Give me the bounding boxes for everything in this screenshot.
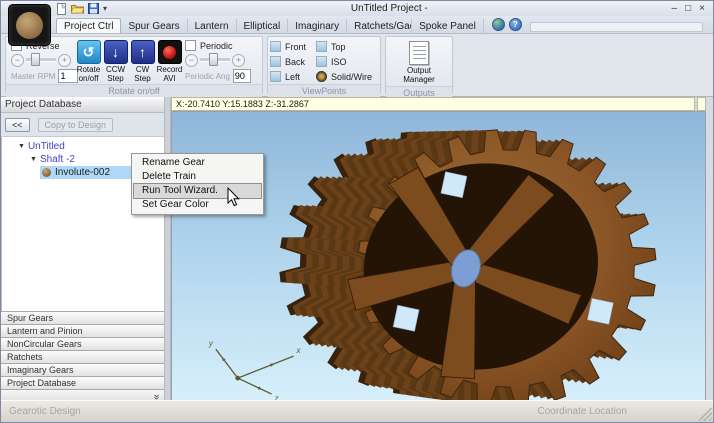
view-cube-icon [316,56,327,67]
ribbon: Reverse − + Master RPM ↺ Rotate on/off [1,34,713,97]
slider-minus-icon[interactable]: − [185,54,198,67]
web-globe-icon[interactable] [492,18,505,31]
slider-plus-icon[interactable]: + [232,54,245,67]
ribbon-tab-row: Project Ctrl Spur Gears Lantern Elliptic… [1,16,713,34]
title-bar: ▾ UnTitled Project - – □ × [1,1,713,16]
main-area: Project Database << Copy to Design ▼ UnT… [1,97,713,404]
accordion-imaginary[interactable]: Imaginary Gears [1,363,164,376]
status-right: Coordinate Location [537,406,627,417]
project-database-panel: Project Database << Copy to Design ▼ UnT… [1,97,164,404]
periodic-angle-label: Periodic Ang [185,72,230,81]
record-avi-button[interactable]: Record AVI [156,39,183,84]
tab-project-ctrl[interactable]: Project Ctrl [56,18,121,33]
rotate-arrow-icon: ↺ [77,40,101,64]
periodic-checkbox[interactable] [185,40,196,51]
app-menu-button[interactable] [8,4,51,46]
collapse-panel-button[interactable]: << [5,118,30,132]
group-outputs: Output Manager Outputs [385,36,453,94]
window-title: UnTitled Project - [107,3,672,14]
rotate-toggle-button[interactable]: ↺ Rotate on/off [75,39,102,84]
tree-expanded-icon[interactable]: ▼ [18,143,25,150]
tree-expanded-icon[interactable]: ▼ [30,156,37,163]
solid-wire-toggle[interactable]: Solid/Wire [316,71,378,82]
group-viewpoints: Front Top Back ISO Left Solid/Wire ViewP… [267,36,381,94]
close-button[interactable]: × [699,4,705,14]
panel-splitter[interactable] [164,97,171,404]
slider-plus-icon[interactable]: + [58,54,71,67]
view-cube-icon [316,41,327,52]
periodic-angle-slider[interactable]: − + [185,54,257,67]
tree-node-untitled[interactable]: ▼ UnTitled [2,140,164,153]
viewpoint-left[interactable]: Left [270,71,316,82]
view-cube-icon [270,71,281,82]
accordion-spur-gears[interactable]: Spur Gears [1,311,164,324]
slider-minus-icon[interactable]: − [11,54,24,67]
master-rpm-label: Master RPM [11,72,55,81]
overflow-chevron-icon[interactable]: » [151,394,161,400]
wooden-gear-logo-icon [16,12,43,39]
group-label-rotate: Rotate on/off [6,84,262,97]
help-icon[interactable]: ? [509,18,522,31]
menu-item-rename-gear[interactable]: Rename Gear [134,156,261,170]
status-left: Gearotic Design [9,406,81,417]
tab-spoke-panel[interactable]: Spoke Panel [412,19,484,33]
slider-thumb[interactable] [31,53,40,66]
group-label-viewpoints: ViewPoints [268,84,380,97]
output-manager-button[interactable]: Output Manager [389,39,449,86]
view-cube-icon [270,41,281,52]
svg-text:x: x [296,346,302,355]
viewport: X:-20.7410 Y:15.1883 Z:-31.2867 yxz [171,97,706,404]
periodic-angle-input[interactable] [233,69,251,83]
viewpoint-back[interactable]: Back [270,56,316,67]
down-arrow-icon: ↓ [104,40,128,64]
accordion-project-database[interactable]: Project Database [1,376,164,389]
app-window: ▾ UnTitled Project - – □ × Project Ctrl … [0,0,714,423]
slider-thumb[interactable] [209,53,218,66]
resize-grip[interactable] [699,408,712,421]
record-dot-icon [158,40,182,64]
coordinate-readout: X:-20.7410 Y:15.1883 Z:-31.2867 [171,97,695,111]
minimize-button[interactable]: – [672,4,678,14]
tab-ratchets-gadgets[interactable]: Ratchets/Gad [347,19,412,33]
open-file-button[interactable] [71,3,84,14]
tab-lantern[interactable]: Lantern [188,19,237,33]
viewpoint-front[interactable]: Front [270,41,316,52]
save-button[interactable] [88,3,99,14]
mouse-cursor [227,187,241,207]
new-file-button[interactable] [57,3,67,15]
viewpoint-iso[interactable]: ISO [316,56,378,67]
menu-item-delete-train[interactable]: Delete Train [134,170,261,184]
menu-item-set-gear-color[interactable]: Set Gear Color [134,198,261,212]
tab-elliptical[interactable]: Elliptical [237,19,289,33]
maximize-button[interactable]: □ [685,4,691,14]
panel-header: Project Database [1,97,164,113]
accordion-ratchets[interactable]: Ratchets [1,350,164,363]
viewpoint-top[interactable]: Top [316,41,378,52]
tab-imaginary[interactable]: Imaginary [288,19,347,33]
accordion-noncircular[interactable]: NonCircular Gears [1,337,164,350]
view-cube-icon [270,56,281,67]
window-controls: – □ × [672,4,705,14]
master-rpm-slider[interactable]: − + [11,54,73,67]
coordinate-cell [697,97,706,111]
accordion-lantern-pinion[interactable]: Lantern and Pinion [1,324,164,337]
ccw-step-button[interactable]: ↓ CCW Step [102,39,129,84]
svg-text:y: y [208,339,214,348]
status-bar: Gearotic Design Coordinate Location [1,400,713,422]
gear-sphere-icon [42,168,51,177]
progress-bar-empty [530,22,703,32]
cw-step-button[interactable]: ↑ CW Step [129,39,156,84]
menu-item-run-tool-wizard[interactable]: Run Tool Wizard. [134,184,261,198]
tab-spur-gears[interactable]: Spur Gears [121,19,187,33]
copy-to-design-button[interactable]: Copy to Design [38,118,114,132]
gear-render-icon [316,71,327,82]
context-menu: Rename Gear Delete Train Run Tool Wizard… [131,153,264,215]
quick-access-toolbar: ▾ [57,3,107,15]
up-arrow-icon: ↑ [131,40,155,64]
document-icon [409,41,429,65]
periodic-label: Periodic [200,41,233,51]
